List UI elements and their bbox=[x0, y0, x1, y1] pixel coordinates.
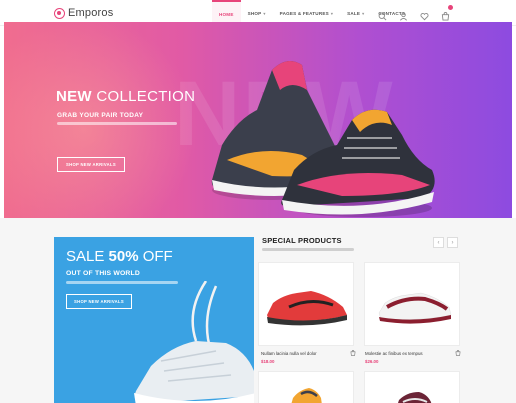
product-price: $18.00 bbox=[261, 359, 275, 364]
logo-icon bbox=[54, 7, 65, 19]
product-card[interactable] bbox=[364, 262, 460, 346]
product-card[interactable] bbox=[258, 262, 354, 346]
carousel-controls: ‹ › bbox=[433, 237, 458, 248]
logo[interactable]: Emporos bbox=[54, 7, 113, 19]
product-price: $26.00 bbox=[365, 359, 379, 364]
user-icon[interactable] bbox=[399, 8, 408, 21]
add-to-cart-icon[interactable] bbox=[350, 350, 356, 356]
product-card[interactable] bbox=[258, 371, 354, 403]
promo-subtitle: OUT OF THIS WORLD bbox=[66, 270, 141, 277]
hero-title-bold: NEW bbox=[56, 88, 92, 105]
heart-icon[interactable] bbox=[420, 8, 429, 21]
nav-shop-label: SHOP bbox=[247, 10, 262, 16]
hero-description-line bbox=[57, 122, 177, 125]
add-to-cart-icon[interactable] bbox=[455, 350, 461, 356]
chevron-down-icon: ▾ bbox=[263, 10, 266, 16]
hero-title: NEW COLLECTION bbox=[56, 88, 195, 105]
shop-new-arrivals-button[interactable]: SHOP NEW ARRIVALS bbox=[57, 157, 125, 172]
promo-title-suffix: OFF bbox=[138, 248, 173, 265]
dark-sneaker-image bbox=[398, 392, 432, 403]
nav-pages-label: PAGES & FEATURES bbox=[279, 10, 329, 16]
page: Emporos HOME SHOP ▾ PAGES & FEATURES ▾ SAL… bbox=[0, 0, 516, 403]
hero-banner: NEW NEW COLLECTION GRAB YOUR PAIR TODAY … bbox=[4, 22, 512, 218]
nav-home-label: HOME bbox=[219, 11, 234, 17]
promo-title-bold: 50% bbox=[108, 248, 139, 265]
product-name[interactable]: Molestie ac finibus ex tempus bbox=[365, 351, 423, 356]
promo-title-prefix: SALE bbox=[66, 248, 109, 265]
promo-title: SALE 50% OFF bbox=[66, 248, 173, 265]
special-products-description-line bbox=[262, 248, 354, 251]
hero-title-rest: COLLECTION bbox=[91, 88, 196, 105]
logo-text: Emporos bbox=[68, 7, 114, 19]
header-icons bbox=[378, 5, 453, 21]
search-icon[interactable] bbox=[378, 8, 387, 21]
hero-sneakers-image bbox=[211, 61, 435, 217]
nav-sale-label: SALE bbox=[347, 10, 361, 16]
red-sneaker-image bbox=[267, 291, 347, 326]
product-card[interactable] bbox=[364, 371, 460, 403]
maroon-sneaker-image bbox=[378, 292, 452, 324]
chevron-down-icon: ▾ bbox=[330, 10, 334, 16]
cart-count-badge bbox=[448, 5, 453, 10]
orange-sneaker-image bbox=[291, 388, 322, 403]
cart-icon[interactable] bbox=[441, 5, 453, 21]
promo-sneaker-image bbox=[134, 281, 254, 403]
carousel-next-button[interactable]: › bbox=[447, 237, 458, 248]
chevron-down-icon: ▾ bbox=[362, 10, 365, 16]
special-products-title: SPECIAL PRODUCTS bbox=[262, 236, 342, 245]
sale-promo-banner: SALE 50% OFF OUT OF THIS WORLD SHOP NEW … bbox=[54, 237, 254, 403]
hero-subtitle: GRAB YOUR PAIR TODAY bbox=[57, 112, 144, 119]
product-name[interactable]: Nullam lacinia nulla vel dolor bbox=[261, 351, 317, 356]
carousel-prev-button[interactable]: ‹ bbox=[433, 237, 444, 248]
